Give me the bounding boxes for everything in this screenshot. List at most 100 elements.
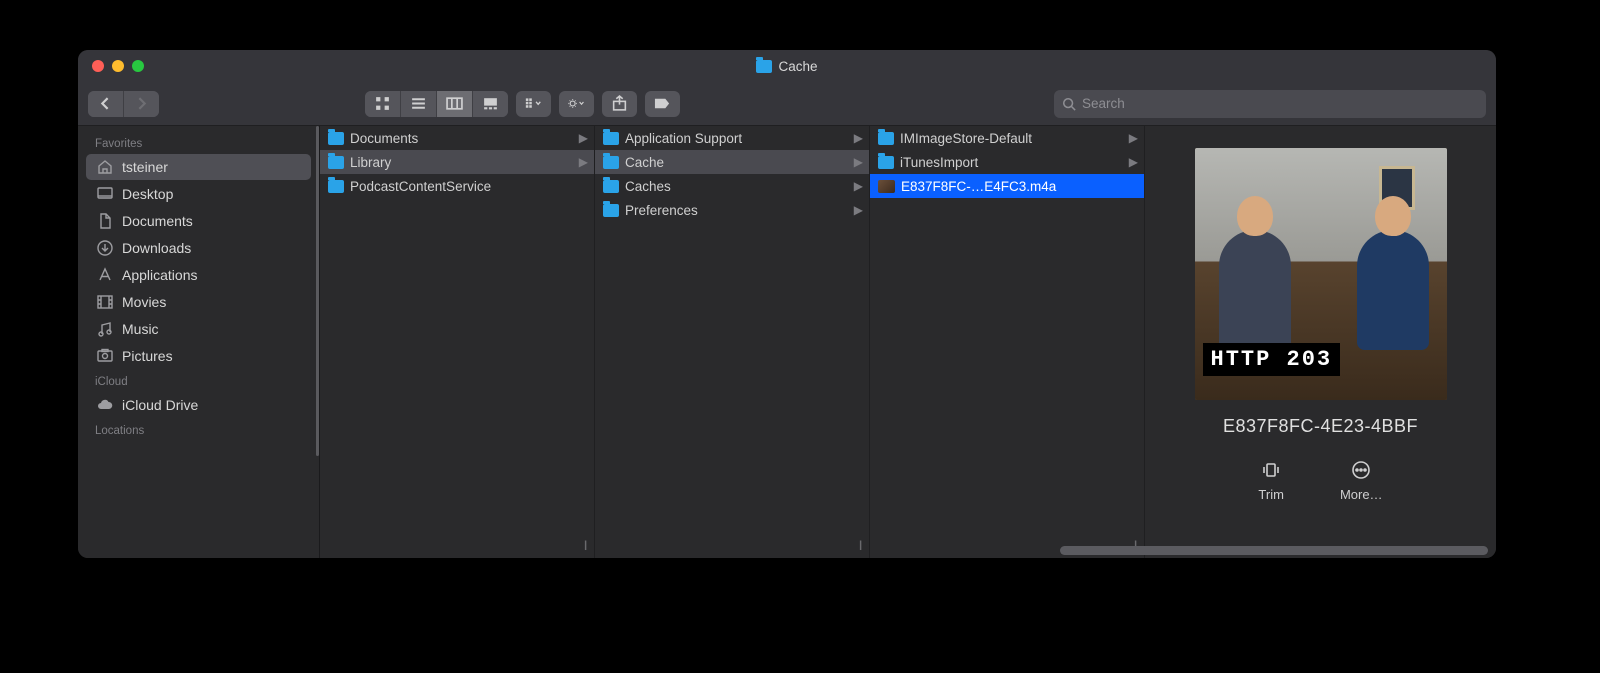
column-resize-handle[interactable]: || xyxy=(859,540,867,552)
back-button[interactable] xyxy=(88,91,123,117)
folder-icon xyxy=(328,180,344,193)
folder-row[interactable]: iTunesImport▶ xyxy=(870,150,1144,174)
folder-row[interactable]: Library▶ xyxy=(320,150,594,174)
sidebar-item-label: Applications xyxy=(122,267,198,283)
folder-row[interactable]: Cache▶ xyxy=(595,150,869,174)
search-field[interactable] xyxy=(1054,90,1486,118)
folder-row[interactable]: Caches ▶ xyxy=(595,174,869,198)
row-label: Caches xyxy=(625,179,848,194)
window-body: FavoriteststeinerDesktop Documents Downloa… xyxy=(78,126,1496,558)
sidebar-item-label: Movies xyxy=(122,294,166,310)
cloud-icon xyxy=(96,396,114,414)
sidebar-item-downloads[interactable]: Downloads xyxy=(78,235,319,261)
folder-icon xyxy=(878,132,894,145)
column: Documents▶Library▶ PodcastContentService |… xyxy=(320,126,595,558)
toolbar xyxy=(78,82,1496,126)
row-label: Preferences xyxy=(625,203,848,218)
more-button[interactable]: More… xyxy=(1340,459,1383,502)
sidebar-item-label: Pictures xyxy=(122,348,173,364)
titlebar: Cache xyxy=(78,50,1496,82)
share-button[interactable] xyxy=(602,91,637,117)
list-view-icon xyxy=(410,95,427,112)
chevron-right-icon: ▶ xyxy=(854,179,863,193)
horizontal-scrollbar[interactable] xyxy=(1060,546,1488,555)
column: IMImageStore-Default ▶ iTunesImport▶E837F8… xyxy=(870,126,1145,558)
sidebar-section-header: Locations xyxy=(78,419,319,441)
close-window-button[interactable] xyxy=(92,60,104,72)
sidebar-item-label: Downloads xyxy=(122,240,191,256)
column-view-button[interactable] xyxy=(436,91,472,117)
folder-icon xyxy=(603,204,619,217)
share-icon xyxy=(611,95,628,112)
sidebar-item-applications[interactable]: Applications xyxy=(78,262,319,288)
pictures-icon xyxy=(96,347,114,365)
column-resize-handle[interactable]: || xyxy=(584,540,592,552)
row-label: Application Support xyxy=(625,131,848,146)
folder-row[interactable]: PodcastContentService xyxy=(320,174,594,198)
folder-row[interactable]: Application Support ▶ xyxy=(595,126,869,150)
gallery-view-button[interactable] xyxy=(472,91,508,117)
trim-button[interactable]: Trim xyxy=(1258,459,1284,502)
sidebar-item-documents[interactable]: Documents xyxy=(78,208,319,234)
download-icon xyxy=(96,239,114,257)
minimize-window-button[interactable] xyxy=(112,60,124,72)
tags-button-group xyxy=(645,91,680,117)
zoom-window-button[interactable] xyxy=(132,60,144,72)
gallery-view-icon xyxy=(482,95,499,112)
folder-icon xyxy=(878,156,894,169)
sidebar-section-header: Favorites xyxy=(78,132,319,154)
forward-button[interactable] xyxy=(123,91,159,117)
window-title-text: Cache xyxy=(778,59,817,74)
group-by-button[interactable] xyxy=(516,91,551,117)
sidebar-item-movies[interactable]: Movies xyxy=(78,289,319,315)
sidebar-item-tsteiner[interactable]: tsteiner xyxy=(86,154,311,180)
sidebar-item-desktop[interactable]: Desktop xyxy=(78,181,319,207)
folder-row[interactable]: Documents▶ xyxy=(320,126,594,150)
chevron-right-icon xyxy=(133,95,150,112)
trim-icon xyxy=(1260,459,1282,481)
folder-icon xyxy=(603,156,619,169)
sidebar-item-label: Documents xyxy=(122,213,193,229)
window-title: Cache xyxy=(78,59,1496,74)
row-label: Cache xyxy=(625,155,848,170)
sidebar-item-pictures[interactable]: Pictures xyxy=(78,343,319,369)
gear-chevron-icon xyxy=(568,95,585,112)
more-label: More… xyxy=(1340,487,1383,502)
apps-icon xyxy=(96,266,114,284)
tags-button[interactable] xyxy=(645,91,680,117)
view-mode-buttons xyxy=(365,91,508,117)
sidebar-item-label: iCloud Drive xyxy=(122,397,198,413)
row-label: IMImageStore-Default xyxy=(900,131,1123,146)
preview-filename: E837F8FC-4E23-4BBF xyxy=(1223,416,1418,437)
action-menu-button[interactable] xyxy=(559,91,594,117)
search-input[interactable] xyxy=(1082,96,1478,111)
folder-icon xyxy=(603,180,619,193)
folder-row[interactable]: Preferences ▶ xyxy=(595,198,869,222)
nav-buttons xyxy=(88,91,159,117)
file-row[interactable]: E837F8FC-…E4FC3.m4a xyxy=(870,174,1144,198)
column-view-icon xyxy=(446,95,463,112)
folder-row[interactable]: IMImageStore-Default ▶ xyxy=(870,126,1144,150)
list-view-button[interactable] xyxy=(400,91,436,117)
tag-icon xyxy=(654,95,671,112)
sidebar-item-label: Music xyxy=(122,321,159,337)
chevron-right-icon: ▶ xyxy=(1129,131,1138,145)
icon-view-button[interactable] xyxy=(365,91,400,117)
grid-chevron-icon xyxy=(525,95,542,112)
row-label: PodcastContentService xyxy=(350,179,588,194)
share-button-group xyxy=(602,91,637,117)
preview-thumbnail: HTTP 203 xyxy=(1195,148,1447,400)
file-thumbnail-icon xyxy=(878,180,895,193)
search-icon xyxy=(1062,97,1076,111)
group-by-button-group xyxy=(516,91,551,117)
chevron-left-icon xyxy=(97,95,114,112)
more-icon xyxy=(1350,459,1372,481)
sidebar-item-music[interactable]: Music xyxy=(78,316,319,342)
chevron-right-icon: ▶ xyxy=(854,203,863,217)
chevron-right-icon: ▶ xyxy=(854,131,863,145)
sidebar-item-icloud-drive[interactable]: iCloud Drive xyxy=(78,392,319,418)
icon-view-icon xyxy=(374,95,391,112)
desktop-icon xyxy=(96,185,114,203)
column-browser: Documents▶Library▶ PodcastContentService |… xyxy=(320,126,1496,558)
home-icon xyxy=(96,158,114,176)
